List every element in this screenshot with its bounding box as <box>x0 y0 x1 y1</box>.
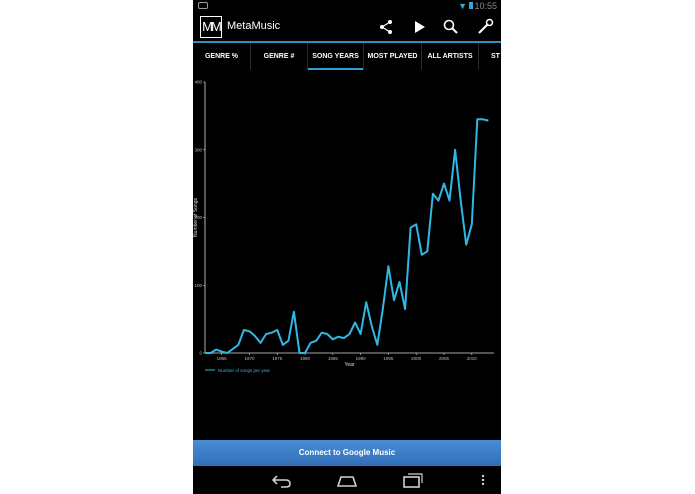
navigation-bar <box>193 466 501 494</box>
x-tick-label: 1985 <box>328 356 339 361</box>
share-icon[interactable] <box>376 17 396 37</box>
x-axis-label: Year <box>344 362 354 368</box>
app-screen: ▼ 10:55 MM MetaMusic GENRE % GENRE # SON… <box>193 0 501 494</box>
tab-stats[interactable]: ST <box>479 43 501 70</box>
x-tick-label: 1970 <box>244 356 255 361</box>
line-chart: 01002003004001965 1970 1975 1980 1985 1990 199… <box>193 80 494 373</box>
wifi-icon: ▼ <box>458 1 467 11</box>
tab-bar: GENRE % GENRE # SONG YEARS MOST PLAYED A… <box>193 43 501 70</box>
tab-most-played[interactable]: MOST PLAYED <box>364 43 422 70</box>
action-bar: MM MetaMusic <box>193 12 501 43</box>
x-tick-label: 2005 <box>439 356 450 361</box>
series-line <box>205 118 489 354</box>
recents-icon[interactable] <box>401 470 425 490</box>
x-tick-label: 1965 <box>217 356 228 361</box>
tab-genre-percent[interactable]: GENRE % <box>193 43 251 70</box>
song-years-chart: 0 100 200 300 400 1965 1970 1975 1980 1985 1990 199… <box>193 70 501 440</box>
x-tick-label: 1995 <box>383 356 394 361</box>
x-tick-label: 1990 <box>356 356 367 361</box>
tab-all-artists[interactable]: ALL ARTISTS <box>422 43 479 70</box>
menu-icon[interactable] <box>477 470 489 490</box>
x-tick-label: 2000 <box>411 356 422 361</box>
y-tick-label: 400 <box>194 80 202 85</box>
y-tick-label: 0 <box>199 351 202 356</box>
status-time: 10:55 <box>474 1 497 11</box>
wrench-icon[interactable] <box>475 17 495 37</box>
app-title: MetaMusic <box>227 20 281 32</box>
tab-song-years[interactable]: SONG YEARS <box>308 43 364 70</box>
status-bar: ▼ 10:55 <box>193 0 501 12</box>
home-icon[interactable] <box>335 470 359 490</box>
connect-google-music-button[interactable]: Connect to Google Music <box>193 440 501 466</box>
search-icon[interactable] <box>441 17 461 37</box>
app-logo[interactable]: MM <box>200 16 222 38</box>
notification-icon <box>198 2 208 9</box>
y-tick-label: 300 <box>194 147 202 152</box>
x-tick-label: 2010 <box>467 356 478 361</box>
battery-icon <box>469 2 473 9</box>
back-icon[interactable] <box>270 470 294 490</box>
legend-label: Number of songs per year <box>218 368 271 373</box>
x-tick-label: 1980 <box>300 356 311 361</box>
play-icon[interactable] <box>409 17 429 37</box>
x-tick-label: 1975 <box>272 356 283 361</box>
y-tick-label: 100 <box>194 283 202 288</box>
y-axis-label: Number of Songs <box>193 198 199 237</box>
tab-genre-count[interactable]: GENRE # <box>251 43 308 70</box>
